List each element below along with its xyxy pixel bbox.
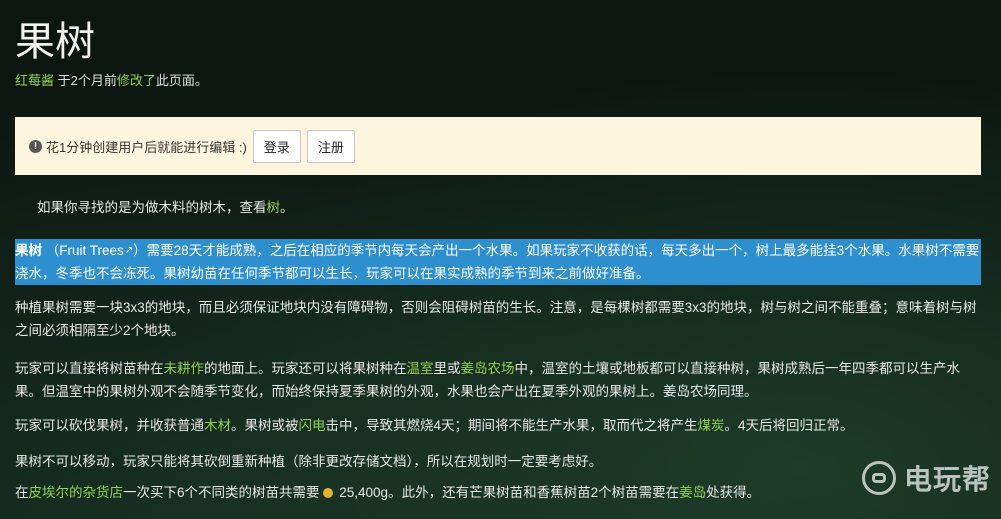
p4-text-4: 。4天后将回归正常。	[724, 418, 854, 433]
warning-icon: !	[29, 139, 42, 153]
register-button[interactable]: 注册	[306, 129, 355, 163]
price-value: 25,400g	[335, 485, 389, 500]
notice-text: 花1分钟创建用户后就能进行编辑 :)	[46, 139, 247, 155]
site-watermark: 电玩帮	[861, 458, 991, 498]
editor-user-link[interactable]: 红莓酱	[15, 73, 54, 88]
intro-paragraph-selected: 果树 （Fruit Trees↗）需要28天才能成熟，之后在相应的季节内每天会产…	[15, 239, 981, 285]
ginger-island-link[interactable]: 姜岛	[679, 485, 706, 500]
page-meta: 红莓酱 于2个月前修改了此页面。	[15, 70, 986, 89]
p6-text-2: 一次买下6个不同类的树苗共需要	[123, 485, 320, 500]
p3-text-3: 里或	[433, 361, 461, 376]
wood-link[interactable]: 木材	[204, 418, 231, 433]
p3-text-1: 玩家可以直接将树苗种在	[15, 361, 164, 376]
p3-text-2: 的地面上。玩家还可以将果树种在	[204, 361, 407, 376]
watermark-text: 电玩帮	[903, 464, 991, 495]
p4-text-1: 玩家可以砍伐果树，并收获普通	[15, 418, 204, 433]
p6-text-3: 。此外，还有芒果树苗和香蕉树苗2个树苗需要在	[388, 485, 680, 500]
meta-suffix: 此页面。	[155, 73, 208, 88]
moving-paragraph: 果树不可以移动，玩家只能将其砍倒重新种植（除非更改存储文档），所以在规划时一定要…	[15, 454, 603, 469]
ginger-island-farm-link[interactable]: 姜岛农场	[461, 361, 515, 376]
fruit-trees-external-link[interactable]: Fruit Trees↗	[59, 243, 133, 258]
p4-text-3: 击中，导致其燃烧4天；期间将不能生产水果，取而代之将产生	[325, 418, 698, 433]
page-title: 果树	[15, 19, 95, 65]
external-link-icon: ↗	[124, 245, 134, 256]
intro-text: ）需要28天才能成熟，之后在相应的季节内每天会产出一个水果。如果玩家不收获的话，…	[15, 243, 980, 281]
external-link-label: Fruit Trees	[59, 243, 124, 258]
p6-text-4: 处获得。	[706, 485, 761, 500]
hatnote: 如果你寻找的是为做木料的树木，查看树。	[15, 196, 981, 219]
tree-link[interactable]: 树	[267, 200, 281, 215]
untilled-link[interactable]: 未耕作	[164, 361, 205, 376]
gamepad-logo-icon	[861, 461, 896, 495]
coal-link[interactable]: 煤炭	[698, 418, 725, 433]
edit-history-link[interactable]: 修改了	[117, 73, 156, 88]
login-button[interactable]: 登录	[252, 129, 301, 163]
edit-notice: ! 花1分钟创建用户后就能进行编辑 :) 登录 注册	[15, 117, 981, 175]
gold-coin-icon	[322, 488, 333, 499]
chopping-paragraph: 玩家可以砍伐果树，并收获普通木材。果树或被闪电击中，导致其燃烧4天；期间将不能生…	[15, 414, 981, 437]
meta-time: 于2个月前	[54, 73, 117, 88]
greenhouse-link[interactable]: 温室	[407, 361, 434, 376]
hatnote-text: 如果你寻找的是为做木料的树木，查看	[37, 200, 267, 215]
pierres-store-link[interactable]: 皮埃尔的杂货店	[29, 485, 124, 500]
hatnote-end: 。	[280, 200, 294, 215]
p6-text-1: 在	[15, 485, 29, 500]
purchase-paragraph: 在皮埃尔的杂货店一次买下6个不同类的树苗共需要 25,400g。此外，还有芒果树…	[15, 481, 981, 504]
p4-text-2: 。果树或被	[231, 418, 299, 433]
intro-bold-term: 果树	[15, 243, 42, 258]
intro-paren: （	[42, 243, 60, 258]
greenhouse-paragraph: 玩家可以直接将树苗种在未耕作的地面上。玩家还可以将果树种在温室里或姜岛农场中，温…	[15, 357, 981, 403]
planting-paragraph: 种植果树需要一块3x3的地块，而且必须保证地块内没有障碍物，否则会阻碍树苗的生长…	[15, 300, 977, 338]
lightning-link[interactable]: 闪电	[299, 418, 326, 433]
